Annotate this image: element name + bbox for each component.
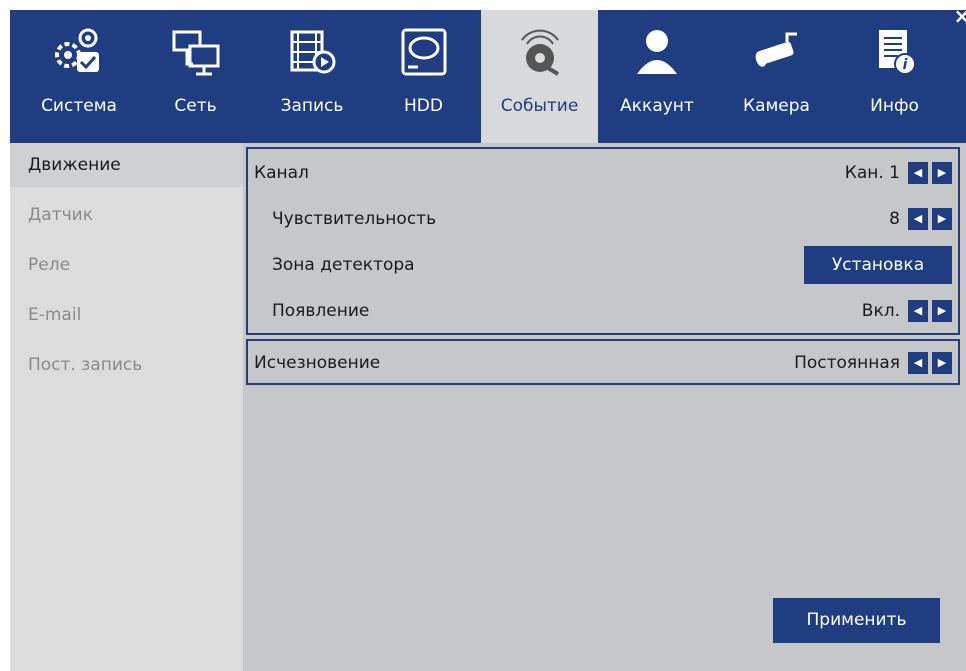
channel-prev-button[interactable]: ◀ <box>908 162 928 184</box>
info-icon: i <box>878 30 916 75</box>
appearance-value: Вкл. <box>861 301 900 321</box>
settings-panel: Канал Кан. 1 ◀ ▶ Чувствительность 8 ◀ ▶ … <box>243 143 966 671</box>
disappearance-label: Исчезновение <box>254 353 381 373</box>
tab-account[interactable]: Аккаунт <box>598 10 716 143</box>
tab-hdd[interactable]: HDD <box>366 10 481 143</box>
tab-label: Запись <box>280 96 344 116</box>
sensitivity-next-button[interactable]: ▶ <box>932 208 952 230</box>
apply-button[interactable]: Применить <box>773 598 940 643</box>
event-alarm-icon <box>520 29 559 76</box>
channel-value: Кан. 1 <box>844 163 900 183</box>
svg-text:i: i <box>902 57 907 73</box>
sidebar-item-relay[interactable]: Реле <box>10 243 243 287</box>
network-icon <box>172 30 219 76</box>
sensitivity-label: Чувствительность <box>272 209 437 229</box>
tab-camera[interactable]: Камера <box>716 10 837 143</box>
tab-label: Сеть <box>174 96 217 116</box>
sensitivity-prev-button[interactable]: ◀ <box>908 208 928 230</box>
disappearance-group: Исчезновение Постоянная ◀ ▶ <box>246 339 960 385</box>
camera-icon <box>755 32 797 67</box>
appearance-prev-button[interactable]: ◀ <box>908 300 928 322</box>
settings-window: × Система Сеть Запись HDD Событие Аккаун… <box>10 6 966 671</box>
sidebar-item-motion[interactable]: Движение <box>10 143 243 187</box>
disappearance-row: Исчезновение Постоянная ◀ ▶ <box>248 339 958 387</box>
channel-label: Канал <box>254 163 309 183</box>
tab-label: Аккаунт <box>620 96 694 116</box>
tab-label: Камера <box>743 96 810 116</box>
appearance-next-button[interactable]: ▶ <box>932 300 952 322</box>
disappearance-prev-button[interactable]: ◀ <box>908 352 928 374</box>
account-user-icon <box>637 30 677 74</box>
hdd-icon <box>401 28 446 76</box>
disappearance-next-button[interactable]: ▶ <box>932 352 952 374</box>
tab-record[interactable]: Запись <box>258 10 366 143</box>
zone-label: Зона детектора <box>272 255 415 275</box>
appearance-label: Появление <box>272 301 370 321</box>
tab-info[interactable]: i Инфо <box>837 10 952 143</box>
sidebar-item-sensor[interactable]: Датчик <box>10 193 243 237</box>
zone-row: Зона детектора Установка <box>248 241 958 289</box>
disappearance-value: Постоянная <box>794 353 900 373</box>
tab-network[interactable]: Сеть <box>148 10 243 143</box>
tab-label: Инфо <box>870 96 919 116</box>
tab-system[interactable]: Система <box>10 10 148 143</box>
system-gear-icon <box>55 28 99 72</box>
sidebar-item-post-record[interactable]: Пост. запись <box>10 343 243 387</box>
channel-row: Канал Кан. 1 ◀ ▶ <box>248 149 958 197</box>
zone-setup-button[interactable]: Установка <box>804 246 952 284</box>
appearance-row: Появление Вкл. ◀ ▶ <box>248 287 958 335</box>
motion-settings-group: Канал Кан. 1 ◀ ▶ Чувствительность 8 ◀ ▶ … <box>246 147 960 335</box>
record-film-icon <box>290 30 336 74</box>
sidebar-item-email[interactable]: E-mail <box>10 293 243 337</box>
channel-next-button[interactable]: ▶ <box>932 162 952 184</box>
sidebar: Движение Датчик Реле E-mail Пост. запись <box>10 143 243 671</box>
sensitivity-row: Чувствительность 8 ◀ ▶ <box>248 195 958 243</box>
tab-label: Событие <box>500 96 579 116</box>
sensitivity-value: 8 <box>889 209 900 229</box>
tab-event[interactable]: Событие <box>481 10 598 143</box>
close-icon[interactable]: × <box>952 6 966 26</box>
tab-label: HDD <box>404 96 443 116</box>
content-area: Движение Датчик Реле E-mail Пост. запись… <box>10 143 966 671</box>
tab-label: Система <box>41 96 117 116</box>
